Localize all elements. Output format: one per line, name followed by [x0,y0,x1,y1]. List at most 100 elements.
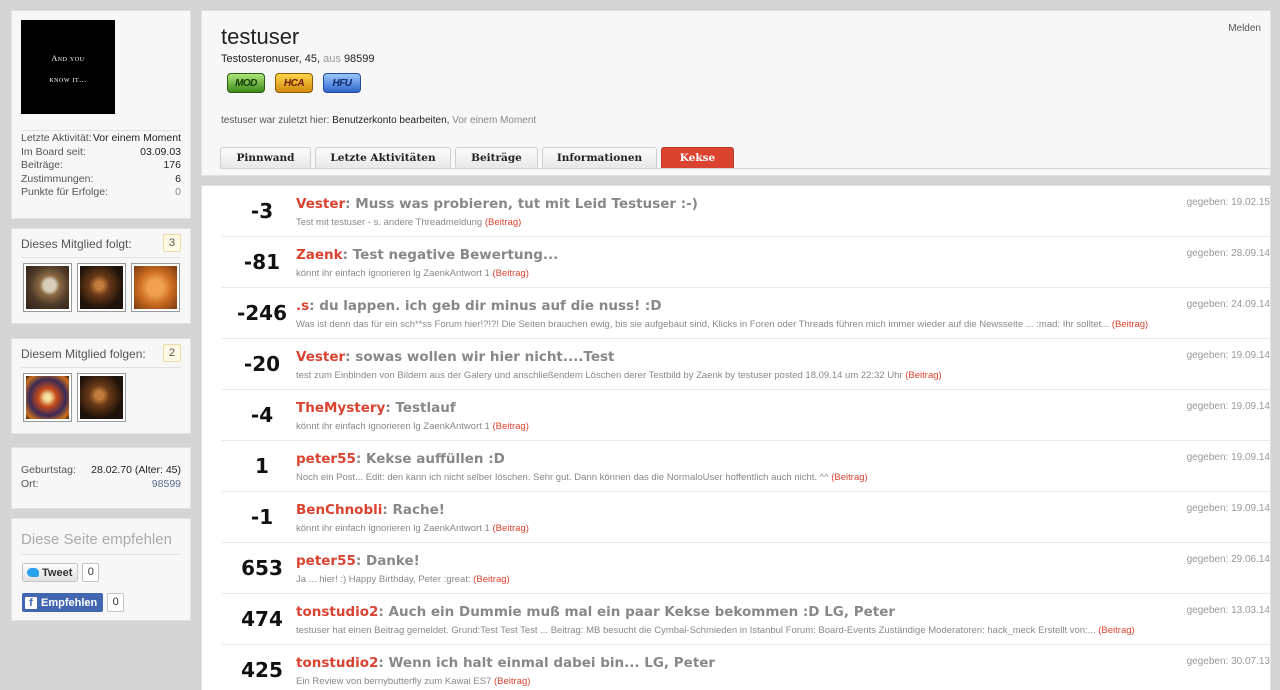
follower-avatar[interactable] [23,373,72,422]
following-avatar[interactable] [77,263,126,312]
tabs-baseline [220,168,1270,169]
keks-author[interactable]: Zaenk [296,247,343,263]
keks-snippet: Test mit testuser - s. andere Threadmeld… [296,217,521,228]
keks-title-text[interactable]: Testlauf [395,400,455,416]
tab-kekse[interactable]: Kekse [661,147,734,169]
keks-title: tonstudio2: Wenn ich halt einmal dabei b… [296,655,716,671]
keks-title-text[interactable]: Test negative Bewertung... [353,247,559,263]
tab-recent-activity[interactable]: Letzte Aktivitäten [315,147,451,169]
keks-post-link[interactable]: (Beitrag) [494,676,530,687]
keks-author[interactable]: peter55 [296,451,356,467]
list-item: 1 peter55: Kekse auffüllen :D Noch ein P… [222,441,1270,492]
keks-author[interactable]: .s [296,298,309,314]
tweet-button[interactable]: Tweet [22,563,79,582]
facebook-like-button[interactable]: f Empfehlen [22,593,104,612]
avatar-text-line1: And you [51,54,85,63]
avatar[interactable]: And you know it... [21,20,115,114]
info-value[interactable]: 98599 [152,478,181,492]
following-list [23,263,185,312]
keks-title-text[interactable]: sowas wollen wir hier nicht....Test [355,349,614,365]
last-seen-action[interactable]: Benutzerkonto bearbeiten, [332,115,449,126]
keks-author[interactable]: TheMystery [296,400,385,416]
keks-post-link[interactable]: (Beitrag) [492,421,528,432]
hfu-badge: HFU [323,73,361,93]
info-value: 28.02.70 (Alter: 45) [91,464,181,476]
keks-title-text[interactable]: Wenn ich halt einmal dabei bin... LG, Pe… [389,655,716,671]
avatar-image [80,266,123,309]
keks-title-text[interactable]: Danke! [366,553,420,569]
list-item: -246 .s: du lappen. ich geb dir minus au… [222,288,1270,339]
keks-post-link[interactable]: (Beitrag) [905,370,941,381]
keks-title-text[interactable]: Muss was probieren, tut mit Leid Testuse… [355,196,698,212]
keks-score: -4 [250,403,274,427]
keks-snippet-text: test zum Einbinden von Bildern aus der G… [296,370,903,381]
following-count[interactable]: 3 [163,234,181,252]
divider [21,367,181,368]
following-avatar[interactable] [23,263,72,312]
keks-score: -246 [236,301,288,325]
following-avatar[interactable] [131,263,180,312]
keks-snippet-text: Noch ein Post... Edit: den kann ich nich… [296,472,829,483]
keks-post-link[interactable]: (Beitrag) [492,523,528,534]
keks-post-link[interactable]: (Beitrag) [485,217,521,228]
facebook-count: 0 [107,593,125,612]
stat-last-activity: Letzte Aktivität: Vor einem Moment [21,132,181,146]
avatar-image [80,376,123,419]
hca-badge: HCA [275,73,313,93]
keks-post-link[interactable]: (Beitrag) [492,268,528,279]
stat-label: Im Board seit: [21,145,86,158]
keks-snippet: test zum Einbinden von Bildern aus der G… [296,370,942,381]
keks-given-date: gegeben: 30.07.13 [1186,656,1270,667]
tab-information[interactable]: Informationen [542,147,657,169]
tweet-count: 0 [82,563,100,582]
keks-post-link[interactable]: (Beitrag) [1098,625,1134,636]
keks-author[interactable]: BenChnobli [296,502,382,518]
keks-title-text[interactable]: Kekse auffüllen :D [366,451,505,467]
followers-list [23,373,131,422]
info-label: Ort: [21,477,39,490]
stat-trophy-points: Punkte für Erfolge: 0 [21,186,181,200]
report-link[interactable]: Melden [1228,23,1261,34]
list-item: -3 Vester: Muss was probieren, tut mit L… [222,186,1270,237]
list-item: 474 tonstudio2: Auch ein Dummie muß mal … [222,594,1270,645]
stat-label: Punkte für Erfolge: [21,186,108,198]
keks-author[interactable]: Vester [296,349,345,365]
keks-title-text[interactable]: Auch ein Dummie muß mal ein paar Kekse b… [389,604,896,620]
list-item: 653 peter55: Danke! Ja ... hier! :) Happ… [222,543,1270,594]
list-item: 425 tonstudio2: Wenn ich halt einmal dab… [222,645,1270,690]
keks-title-text[interactable]: Rache! [393,502,445,518]
keks-score: 474 [241,607,283,631]
keks-snippet: könnt ihr einfach ignorieren lg ZaenkAnt… [296,421,529,432]
tweet-label: Tweet [42,566,73,579]
stat-value: 6 [175,172,181,185]
following-box: Dieses Mitglied folgt: 3 [11,228,191,324]
keks-title: Zaenk: Test negative Bewertung... [296,247,559,263]
keks-post-link[interactable]: (Beitrag) [473,574,509,585]
followers-box: Diesem Mitglied folgen: 2 [11,338,191,434]
list-item: -1 BenChnobli: Rache! könnt ihr einfach … [222,492,1270,543]
keks-author[interactable]: tonstudio2 [296,655,378,671]
user-location[interactable]: 98599 [344,53,375,65]
keks-given-date: gegeben: 19.09.14 [1186,350,1270,361]
keks-author[interactable]: tonstudio2 [296,604,378,620]
keks-score: -1 [250,505,274,529]
info-birthday: Geburtstag: 28.02.70 (Alter: 45) [21,464,181,478]
stat-label: Zustimmungen: [21,172,94,185]
keks-snippet: könnt ihr einfach ignorieren lg ZaenkAnt… [296,523,529,534]
followers-count[interactable]: 2 [163,344,181,362]
keks-snippet: könnt ihr einfach ignorieren lg ZaenkAnt… [296,268,529,279]
keks-given-date: gegeben: 29.06.14 [1186,554,1270,565]
list-item: -81 Zaenk: Test negative Bewertung... kö… [222,237,1270,288]
tab-pinnwand[interactable]: Pinnwand [220,147,311,169]
keks-title-text[interactable]: du lappen. ich geb dir minus auf die nus… [319,298,661,314]
list-item: -4 TheMystery: Testlauf könnt ihr einfac… [222,390,1270,441]
info-list: Geburtstag: 28.02.70 (Alter: 45) Ort: 9859… [21,464,181,491]
keks-post-link[interactable]: (Beitrag) [831,472,867,483]
keks-author[interactable]: peter55 [296,553,356,569]
tab-posts[interactable]: Beiträge [455,147,538,169]
following-heading: Dieses Mitglied folgt: 3 [21,234,181,253]
keks-author[interactable]: Vester [296,196,345,212]
follower-avatar[interactable] [77,373,126,422]
keks-title: peter55: Kekse auffüllen :D [296,451,505,467]
keks-post-link[interactable]: (Beitrag) [1112,319,1148,330]
